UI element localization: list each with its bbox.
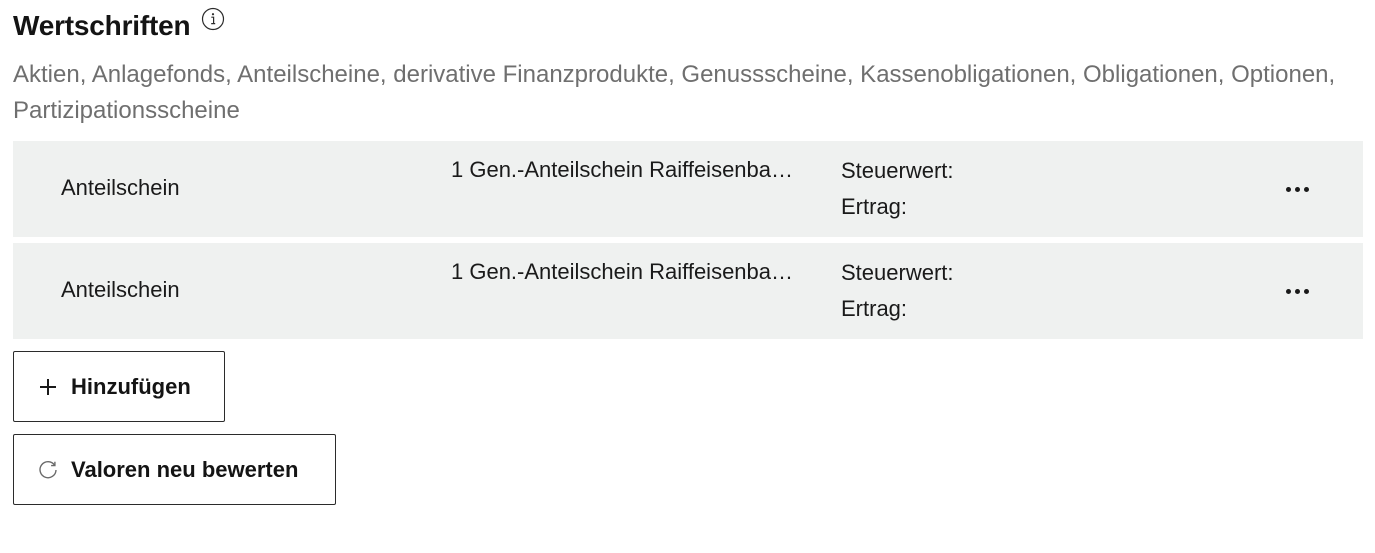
page-title: Wertschriften: [13, 10, 191, 41]
income-label: Ertrag:: [841, 194, 908, 219]
security-name: 1 Gen.-Anteilschein Raiffeisenba…: [451, 157, 794, 182]
section-subtitle: Aktien, Anlagefonds, Anteilscheine, deri…: [13, 61, 1336, 124]
income-label: Ertrag:: [841, 296, 908, 321]
tax-value-label: Steuerwert:: [841, 260, 954, 285]
list-item[interactable]: Anteilschein 1 Gen.-Anteilschein Raiffei…: [13, 243, 1363, 339]
more-horizontal-icon[interactable]: [1277, 169, 1317, 209]
revalue-button-label: Valoren neu bewerten: [71, 456, 299, 482]
security-type: Anteilschein: [61, 175, 180, 200]
plus-icon: [37, 376, 59, 398]
refresh-icon: [37, 459, 59, 481]
add-button[interactable]: Hinzufügen: [13, 351, 225, 422]
title-row: Wertschriften: [13, 6, 225, 46]
security-meta: Steuerwert: Ertrag:: [841, 153, 954, 225]
security-meta: Steuerwert: Ertrag:: [841, 255, 954, 327]
info-icon[interactable]: [201, 7, 225, 31]
revalue-securities-button[interactable]: Valoren neu bewerten: [13, 434, 336, 505]
list-item[interactable]: Anteilschein 1 Gen.-Anteilschein Raiffei…: [13, 141, 1363, 237]
security-name: 1 Gen.-Anteilschein Raiffeisenba…: [451, 259, 794, 284]
more-horizontal-icon[interactable]: [1277, 271, 1317, 311]
security-type: Anteilschein: [61, 277, 180, 302]
add-button-label: Hinzufügen: [71, 373, 191, 399]
tax-value-label: Steuerwert:: [841, 158, 954, 183]
securities-list: Anteilschein 1 Gen.-Anteilschein Raiffei…: [13, 141, 1363, 345]
